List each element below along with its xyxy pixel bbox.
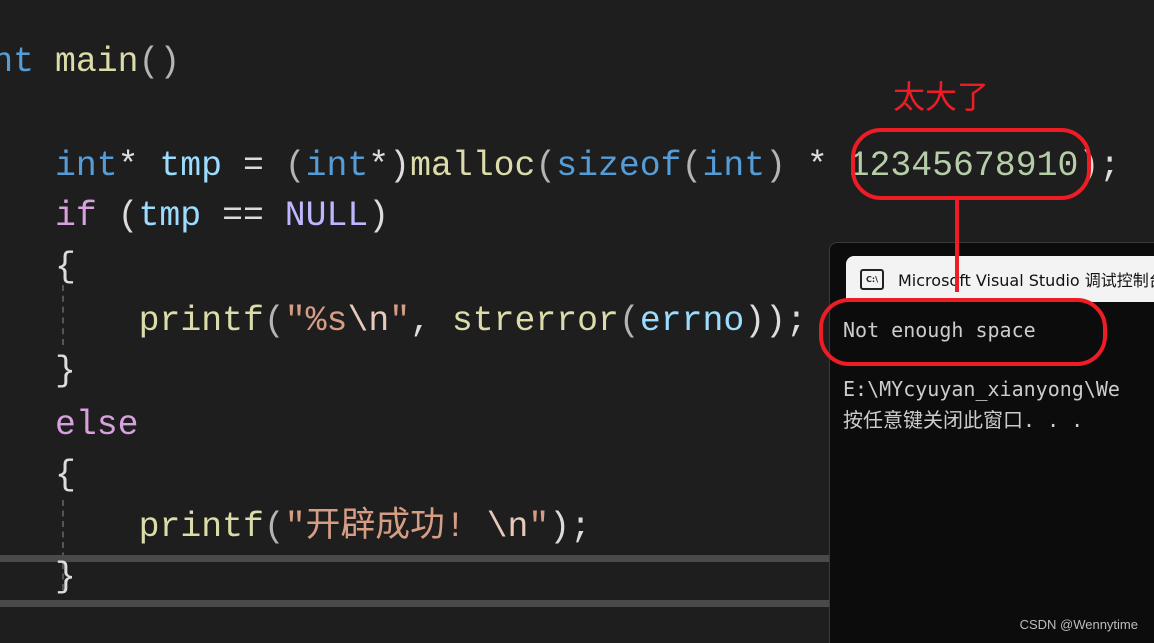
code-token: if — [55, 197, 97, 236]
code-token: { — [55, 248, 76, 287]
code-token: " — [389, 302, 411, 341]
code-token: * — [368, 147, 390, 186]
code-token: " — [528, 508, 550, 547]
code-line: if (tmp == NULL) — [55, 197, 389, 237]
console-title-bar[interactable]: C:\ Microsoft Visual Studio 调试控制台 — [846, 256, 1154, 302]
annotation-ellipse-output — [819, 298, 1107, 366]
annotation-ellipse-number — [851, 128, 1091, 200]
code-token: } — [55, 558, 76, 597]
code-token: tmp — [138, 197, 202, 236]
code-token: int — [702, 147, 766, 186]
code-token: "开辟成功! — [284, 508, 487, 547]
code-token: )); — [744, 302, 807, 341]
code-token: NULL — [284, 197, 369, 236]
annotation-line — [955, 200, 959, 292]
cmd-icon: C:\ — [860, 268, 884, 290]
code-token: , — [410, 302, 452, 341]
code-token: \n — [347, 302, 390, 341]
code-token: strerror — [451, 302, 619, 341]
code-line: } — [55, 352, 76, 392]
current-line-highlight — [0, 600, 830, 607]
code-token: printf — [138, 302, 264, 341]
code-token: } — [55, 352, 76, 391]
indent-guide — [62, 285, 66, 345]
current-line-highlight — [0, 555, 830, 562]
code-line: int main() — [0, 43, 180, 83]
code-token: ( — [535, 147, 557, 186]
code-token: ( — [681, 147, 703, 186]
code-token: ) — [368, 197, 390, 236]
console-output-line: E:\MYcyuyan_xianyong\We — [843, 377, 1120, 401]
code-token: ( — [263, 302, 285, 341]
code-token: \n — [486, 508, 529, 547]
code-line: { — [55, 248, 76, 288]
code-token: errno — [639, 302, 745, 341]
code-line: printf("%s\n", strerror(errno)); — [139, 302, 807, 342]
code-token: ( — [618, 302, 640, 341]
code-token: main — [34, 43, 139, 82]
annotation-text: 太大了 — [893, 78, 990, 116]
code-token: ( — [263, 508, 285, 547]
code-token: ); — [549, 508, 592, 547]
code-token: ) — [389, 147, 411, 186]
console-output-line: 按任意键关闭此窗口. . . — [843, 408, 1084, 432]
code-line: printf("开辟成功! \n"); — [139, 508, 591, 548]
code-token: == — [201, 197, 285, 236]
code-token: int — [0, 43, 35, 82]
code-token: else — [55, 406, 139, 445]
code-line: } — [55, 558, 76, 598]
code-line: { — [55, 456, 76, 496]
code-token: * — [117, 147, 160, 186]
code-token: ( — [96, 197, 139, 236]
code-token: ( — [284, 147, 306, 186]
code-token: "%s — [284, 302, 348, 341]
code-token: int — [305, 147, 369, 186]
code-token: = — [222, 147, 285, 186]
code-token: * — [785, 147, 849, 186]
code-token: malloc — [410, 147, 536, 186]
console-title: Microsoft Visual Studio 调试控制台 — [898, 271, 1154, 290]
code-token: int — [55, 147, 118, 186]
code-token: ) — [765, 147, 786, 186]
watermark: CSDN @Wennytime — [1019, 617, 1138, 632]
code-token: sizeof — [556, 147, 682, 186]
code-token: tmp — [159, 147, 223, 186]
code-token: { — [55, 456, 76, 495]
code-token: printf — [138, 508, 264, 547]
code-line: else — [55, 406, 139, 446]
code-token: () — [138, 43, 181, 82]
